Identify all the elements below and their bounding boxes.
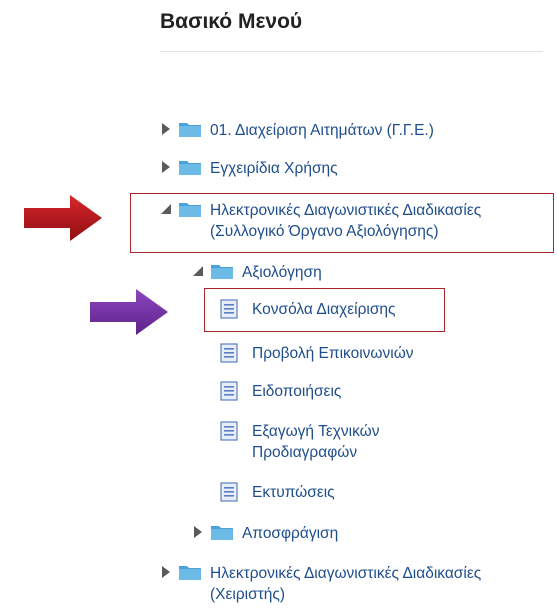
page-icon bbox=[220, 482, 238, 502]
red-arrow-icon bbox=[24, 195, 102, 241]
tree-item-unsealing[interactable]: Αποσφράγιση bbox=[192, 523, 338, 544]
tree-item-export-specs[interactable]: Εξαγωγή Τεχνικών Προδιαγραφών bbox=[220, 421, 380, 463]
collapse-icon[interactable] bbox=[160, 200, 172, 218]
title-divider bbox=[160, 51, 543, 52]
tree-item-tenders-committee[interactable]: Ηλεκτρονικές Διαγωνιστικές Διαδικασίες (… bbox=[160, 200, 481, 242]
expand-icon[interactable] bbox=[160, 563, 172, 581]
folder-icon bbox=[179, 123, 201, 137]
purple-arrow-icon bbox=[90, 289, 168, 335]
expand-icon[interactable] bbox=[160, 120, 172, 138]
page-icon bbox=[220, 421, 238, 441]
folder-icon bbox=[179, 161, 201, 175]
tree-item-requests[interactable]: 01. Διαχείριση Αιτημάτων (Γ.Γ.Ε.) bbox=[160, 120, 434, 141]
tree-item-manuals[interactable]: Εγχειρίδια Χρήσης bbox=[160, 158, 338, 179]
tree-item-view-communications[interactable]: Προβολή Επικοινωνιών bbox=[220, 343, 414, 364]
tree-item-label-line2[interactable]: (Χειριστής) bbox=[210, 584, 481, 605]
tree-item-label-line2[interactable]: Προδιαγραφών bbox=[252, 442, 380, 463]
collapse-icon[interactable] bbox=[192, 262, 204, 280]
tree-item-label-line2[interactable]: (Συλλογικό Όργανο Αξιολόγησης) bbox=[210, 221, 481, 242]
tree-item-label[interactable]: Εγχειρίδια Χρήσης bbox=[210, 158, 338, 179]
tree-item-admin-console[interactable]: Κονσόλα Διαχείρισης bbox=[220, 299, 396, 320]
page-title: Βασικό Μενού bbox=[160, 10, 303, 33]
tree-item-label-line1[interactable]: Ηλεκτρονικές Διαγωνιστικές Διαδικασίες bbox=[210, 200, 481, 221]
tree-item-label[interactable]: Εκτυπώσεις bbox=[252, 482, 335, 503]
folder-icon bbox=[179, 203, 201, 217]
tree-item-tenders-operator[interactable]: Ηλεκτρονικές Διαγωνιστικές Διαδικασίες (… bbox=[160, 563, 481, 605]
expand-icon[interactable] bbox=[192, 523, 204, 541]
tree-item-prints[interactable]: Εκτυπώσεις bbox=[220, 482, 335, 503]
tree-item-evaluation[interactable]: Αξιολόγηση bbox=[192, 262, 322, 283]
tree-item-notifications[interactable]: Ειδοποιήσεις bbox=[220, 381, 341, 402]
expand-icon[interactable] bbox=[160, 158, 172, 176]
folder-icon bbox=[211, 526, 233, 540]
folder-icon bbox=[211, 265, 233, 279]
page-icon bbox=[220, 381, 238, 401]
folder-icon bbox=[179, 566, 201, 580]
tree-item-label-line1[interactable]: Εξαγωγή Τεχνικών bbox=[252, 421, 380, 442]
page-icon bbox=[220, 343, 238, 363]
tree-item-label[interactable]: Αποσφράγιση bbox=[242, 523, 338, 544]
tree-item-label[interactable]: Προβολή Επικοινωνιών bbox=[252, 343, 414, 364]
tree-item-label[interactable]: Ειδοποιήσεις bbox=[252, 381, 341, 402]
tree-item-label[interactable]: 01. Διαχείριση Αιτημάτων (Γ.Γ.Ε.) bbox=[210, 120, 434, 141]
tree-item-label[interactable]: Αξιολόγηση bbox=[242, 262, 322, 283]
page-icon bbox=[220, 299, 238, 319]
tree-item-label[interactable]: Κονσόλα Διαχείρισης bbox=[252, 299, 396, 320]
tree-item-label-line1[interactable]: Ηλεκτρονικές Διαγωνιστικές Διαδικασίες bbox=[210, 563, 481, 584]
